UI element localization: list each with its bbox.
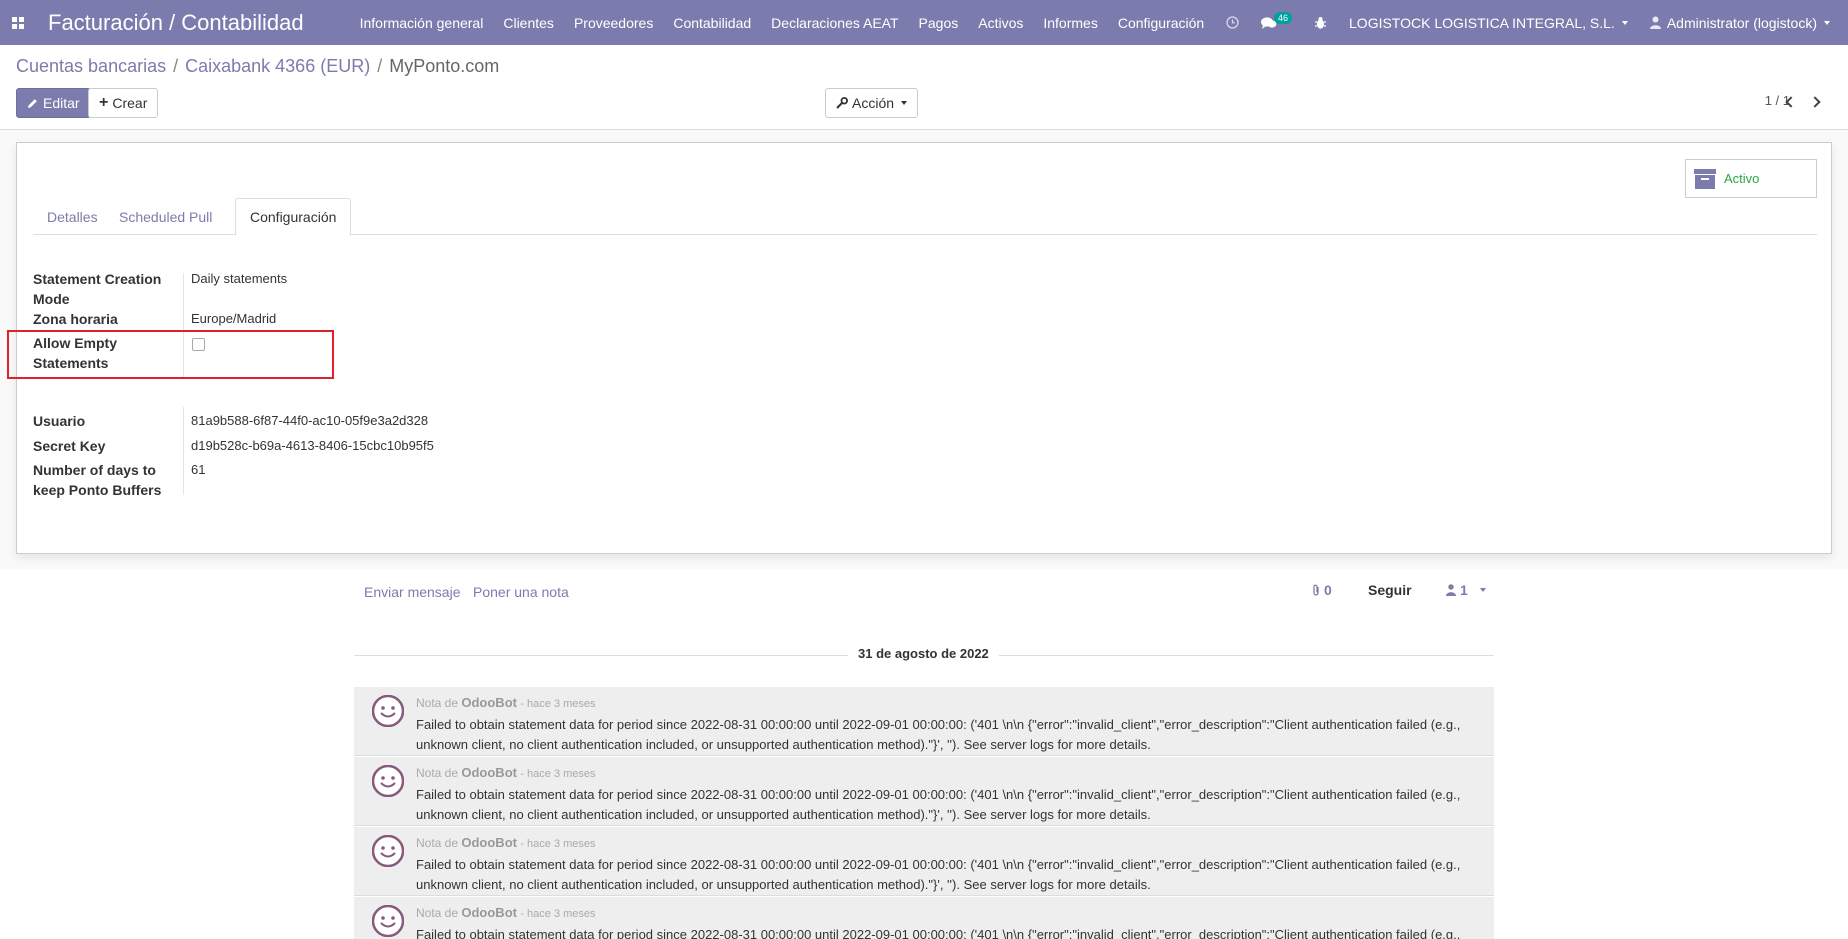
date-separator-label: 31 de agosto de 2022 bbox=[848, 646, 999, 661]
menu-item-configuracion[interactable]: Configuración bbox=[1108, 15, 1214, 31]
chatter-message: Nota de OdooBot - hace 3 meses Failed to … bbox=[354, 687, 1494, 756]
tab-configuracion[interactable]: Configuración bbox=[235, 198, 352, 236]
pencil-icon bbox=[28, 98, 37, 108]
breadcrumb-current: MyPonto.com bbox=[389, 56, 500, 76]
top-navbar: Facturación / Contabilidad Información g… bbox=[0, 0, 1848, 45]
message-author[interactable]: OdooBot bbox=[461, 695, 517, 710]
company-switcher[interactable]: LOGISTOCK LOGISTICA INTEGRAL, S.L. bbox=[1338, 15, 1639, 31]
follow-button[interactable]: Seguir bbox=[1368, 582, 1412, 598]
chevron-down-icon bbox=[1479, 588, 1486, 592]
tab-detalles[interactable]: Detalles bbox=[33, 198, 112, 235]
date-separator: 31 de agosto de 2022 bbox=[354, 646, 1494, 664]
form-sheet: Activo Detalles Scheduled Pull Configura… bbox=[7, 142, 1832, 554]
message-header: Nota de OdooBot - hace 3 meses bbox=[416, 695, 596, 710]
send-message-button[interactable]: Enviar mensaje bbox=[364, 584, 461, 600]
message-date: - hace 3 meses bbox=[520, 768, 596, 780]
edit-button[interactable]: Editar bbox=[16, 88, 91, 118]
create-button[interactable]: + Crear bbox=[88, 88, 159, 118]
field-value-secret-key: d19b528c-b69a-4613-8406-15cbc10b95f5 bbox=[191, 438, 434, 453]
chevron-down-icon bbox=[901, 101, 908, 105]
menu-item-proveedores[interactable]: Proveedores bbox=[564, 15, 663, 31]
app-title[interactable]: Facturación / Contabilidad bbox=[48, 10, 304, 36]
pager-next-button[interactable] bbox=[1806, 92, 1826, 112]
odoobot-avatar-icon[interactable] bbox=[372, 905, 404, 937]
message-date: - hace 3 meses bbox=[520, 908, 596, 920]
chevron-right-icon bbox=[1808, 96, 1821, 108]
followers-count: 1 bbox=[1460, 582, 1468, 598]
message-author[interactable]: OdooBot bbox=[461, 905, 517, 920]
message-author[interactable]: OdooBot bbox=[461, 835, 517, 850]
field-value-timezone: Europe/Madrid bbox=[191, 311, 277, 326]
message-body: Failed to obtain statement data for peri… bbox=[416, 717, 1461, 752]
breadcrumb-separator: / bbox=[173, 56, 179, 76]
navbar-systray: 46 LOGISTOCK LOGISTICA INTEGRAL, S.L. Ad… bbox=[1215, 0, 1848, 45]
main-menu: Información general Clientes Proveedores… bbox=[350, 15, 1215, 31]
field-label-buffer-days: Number of days to keep Ponto Buffers bbox=[33, 462, 162, 498]
chatter-message: Nota de OdooBot - hace 3 meses Failed to … bbox=[354, 897, 1494, 939]
menu-item-informacion-general[interactable]: Información general bbox=[350, 15, 494, 31]
action-dropdown-button[interactable]: Acción bbox=[825, 88, 919, 118]
paperclip-icon bbox=[1313, 584, 1319, 596]
message-date: - hace 3 meses bbox=[520, 698, 596, 710]
breadcrumb: Cuentas bancarias / Caixabank 4366 (EUR)… bbox=[16, 56, 499, 77]
odoobot-avatar-icon[interactable] bbox=[372, 835, 404, 867]
breadcrumb-caixabank[interactable]: Caixabank 4366 (EUR) bbox=[185, 56, 370, 77]
field-label-statement-creation-mode: Statement Creation Mode bbox=[33, 271, 162, 307]
menu-item-declaraciones-aeat[interactable]: Declaraciones AEAT bbox=[761, 15, 908, 31]
message-body: Failed to obtain statement data for peri… bbox=[416, 787, 1461, 822]
field-value-buffer-days: 61 bbox=[191, 462, 206, 477]
field-separator bbox=[183, 273, 184, 333]
odoobot-avatar-icon[interactable] bbox=[372, 765, 404, 797]
archive-icon bbox=[1694, 168, 1716, 189]
attachments-button[interactable]: 0 bbox=[1311, 582, 1332, 598]
chevron-down-icon bbox=[1824, 20, 1830, 25]
menu-item-pagos[interactable]: Pagos bbox=[909, 15, 969, 31]
user-name: Administrator (logistock) bbox=[1666, 14, 1817, 31]
wrench-icon bbox=[836, 97, 848, 109]
field-label-usuario: Usuario bbox=[33, 413, 86, 429]
debug-bug-icon[interactable] bbox=[1303, 16, 1338, 30]
menu-item-contabilidad[interactable]: Contabilidad bbox=[663, 15, 761, 31]
message-body: Failed to obtain statement data for peri… bbox=[416, 927, 1461, 939]
field-separator bbox=[183, 407, 184, 495]
messaging-menu[interactable]: 46 bbox=[1250, 11, 1303, 30]
field-label-secret-key: Secret Key bbox=[33, 438, 106, 454]
message-body: Failed to obtain statement data for peri… bbox=[416, 857, 1461, 892]
apps-menu-icon[interactable] bbox=[2, 0, 34, 45]
highlight-box bbox=[7, 330, 334, 379]
odoobot-avatar-icon[interactable] bbox=[372, 695, 404, 727]
menu-item-activos[interactable]: Activos bbox=[968, 15, 1033, 31]
chatter-message: Nota de OdooBot - hace 3 meses Failed to … bbox=[354, 757, 1494, 826]
message-header: Nota de OdooBot - hace 3 meses bbox=[416, 835, 596, 850]
chevron-down-icon bbox=[1621, 20, 1628, 25]
active-toggle-button[interactable]: Activo bbox=[1685, 159, 1817, 198]
chatter-message: Nota de OdooBot - hace 3 meses Failed to … bbox=[354, 827, 1494, 896]
plus-icon: + bbox=[99, 94, 109, 111]
attachments-count: 0 bbox=[1324, 582, 1332, 598]
breadcrumb-cuentas-bancarias[interactable]: Cuentas bancarias bbox=[16, 56, 166, 77]
company-name: LOGISTOCK LOGISTICA INTEGRAL, S.L. bbox=[1349, 14, 1615, 31]
breadcrumb-separator: / bbox=[377, 56, 383, 76]
active-label: Activo bbox=[1724, 171, 1760, 186]
field-label-timezone: Zona horaria bbox=[33, 311, 118, 327]
message-header: Nota de OdooBot - hace 3 meses bbox=[416, 765, 596, 780]
message-date: - hace 3 meses bbox=[520, 838, 596, 850]
activity-clock-icon[interactable] bbox=[1215, 16, 1250, 29]
message-author[interactable]: OdooBot bbox=[461, 765, 517, 780]
pager-previous-button[interactable] bbox=[1779, 92, 1799, 112]
followers-button[interactable]: 1 bbox=[1446, 582, 1486, 598]
menu-item-clientes[interactable]: Clientes bbox=[493, 15, 564, 31]
tab-scheduled-pull[interactable]: Scheduled Pull bbox=[105, 198, 226, 235]
chevron-left-icon bbox=[1784, 96, 1797, 108]
user-icon bbox=[1446, 584, 1456, 596]
user-menu[interactable]: Administrator (logistock) bbox=[1639, 15, 1848, 31]
notebook-tabs: Detalles Scheduled Pull Configuración bbox=[33, 198, 1817, 236]
user-avatar-icon bbox=[1649, 16, 1661, 29]
log-note-button[interactable]: Poner una nota bbox=[473, 584, 569, 600]
field-value-usuario: 81a9b588-6f87-44f0-ac10-05f9e3a2d328 bbox=[191, 413, 429, 428]
message-header: Nota de OdooBot - hace 3 meses bbox=[416, 905, 596, 920]
menu-item-informes[interactable]: Informes bbox=[1033, 15, 1107, 31]
field-value-statement-creation-mode: Daily statements bbox=[191, 271, 288, 286]
messages-count-badge: 46 bbox=[1274, 11, 1293, 24]
